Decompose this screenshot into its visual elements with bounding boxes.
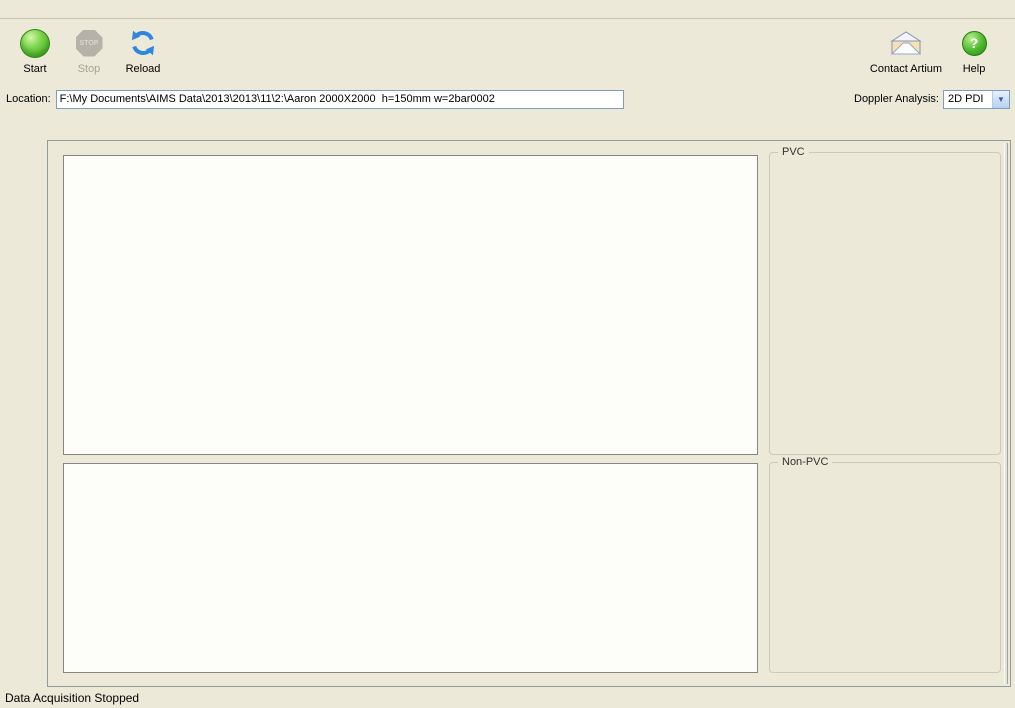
status-text: Data Acquisition Stopped: [5, 691, 139, 705]
tab-page-pdi-volume: PVC Non-PVC: [47, 140, 1011, 687]
help-icon: ?: [949, 25, 999, 61]
reload-icon: [118, 25, 168, 61]
reload-label: Reload: [118, 63, 168, 75]
pvc-group-title: PVC: [778, 146, 809, 158]
non-pvc-stats-group: Non-PVC: [769, 462, 1001, 673]
stop-button[interactable]: STOP Stop: [64, 25, 114, 75]
doppler-analysis-label: Doppler Analysis:: [854, 93, 939, 105]
vertical-splitter[interactable]: [1004, 143, 1008, 684]
pvc-volume-chart-panel: [63, 155, 758, 455]
location-input[interactable]: [56, 90, 624, 109]
non-pvc-volume-chart-panel: [63, 463, 758, 673]
help-label: Help: [949, 63, 999, 75]
stop-label: Stop: [64, 63, 114, 75]
contact-artium-button[interactable]: Contact Artium: [867, 25, 945, 75]
toolbar: Start STOP Stop Reload Contact Artium ? …: [0, 20, 1015, 86]
non-pvc-group-title: Non-PVC: [778, 456, 832, 468]
contact-artium-label: Contact Artium: [867, 63, 945, 75]
location-bar: Location: Doppler Analysis: 2D PDI ▼: [0, 88, 1015, 110]
status-bar: Data Acquisition Stopped: [0, 688, 1015, 708]
start-label: Start: [10, 63, 60, 75]
reload-button[interactable]: Reload: [118, 25, 168, 75]
chevron-down-icon[interactable]: ▼: [992, 91, 1009, 108]
location-label: Location:: [6, 93, 51, 105]
doppler-analysis-value: 2D PDI: [944, 91, 992, 108]
menu-bar: [0, 0, 1015, 19]
stop-icon: STOP: [64, 25, 114, 61]
aims-application-window: { "menu": { "items": ["File", "Edit", "E…: [0, 0, 1015, 708]
pvc-stats-group: PVC: [769, 152, 1001, 455]
start-button[interactable]: Start: [10, 25, 60, 75]
help-button[interactable]: ? Help: [949, 25, 999, 75]
envelope-icon: [867, 25, 945, 61]
doppler-analysis-select[interactable]: 2D PDI ▼: [943, 90, 1010, 109]
start-icon: [10, 25, 60, 61]
sidebar: [8, 122, 44, 682]
